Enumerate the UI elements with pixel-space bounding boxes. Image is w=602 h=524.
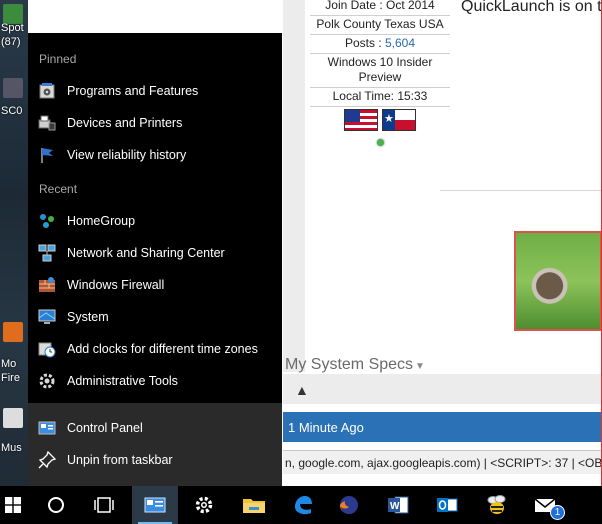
jumplist-item-homegroup[interactable]: HomeGroup: [28, 206, 282, 236]
taskbar: W 1: [0, 486, 602, 524]
jumplist-item-label: Administrative Tools: [67, 374, 178, 388]
unpin-icon: [38, 451, 56, 469]
system-specs-label: My System Specs: [285, 356, 414, 373]
texas-flag-icon: [382, 109, 416, 131]
posts-row: Posts : 5,604: [310, 35, 450, 54]
page-gutter: [283, 0, 305, 372]
cortana-circle-icon: [48, 497, 64, 513]
jumplist-item-network[interactable]: Network and Sharing Center: [28, 238, 282, 268]
svg-text:W: W: [390, 501, 400, 512]
online-status-icon: [376, 139, 384, 146]
jumplist-item-admin-tools[interactable]: Administrative Tools: [28, 366, 282, 396]
posts-label: Posts :: [344, 36, 382, 50]
devices-printers-icon: [38, 115, 56, 131]
ferret-image[interactable]: [514, 231, 602, 331]
settings-button[interactable]: [181, 486, 227, 524]
post-toolbar: ▲: [283, 374, 602, 404]
jumplist-item-programs-features[interactable]: Programs and Features: [28, 76, 282, 106]
user-profile-panel: Join Date : Oct 2014 Polk County Texas U…: [310, 0, 450, 146]
desktop-label: Mo: [1, 358, 17, 370]
file-explorer-button[interactable]: [231, 486, 277, 524]
flags: [310, 109, 450, 131]
bee-icon: [487, 495, 506, 514]
pinned-header: Pinned: [39, 52, 77, 66]
mail-button[interactable]: 1: [522, 486, 568, 524]
desktop-label: Spot: [1, 22, 24, 34]
jumplist-item-label: Windows Firewall: [67, 278, 165, 292]
jumplist-item-label: HomeGroup: [67, 214, 136, 228]
system-icon: [38, 309, 56, 324]
word-button[interactable]: W: [375, 486, 421, 524]
clock-icon: [38, 342, 56, 358]
cortana-button[interactable]: [33, 486, 79, 524]
desktop-label: SC0: [1, 105, 23, 117]
desktop-app-icon[interactable]: [3, 322, 23, 342]
desktop-app-icon[interactable]: [3, 4, 23, 24]
jumplist-item-control-panel[interactable]: Control Panel: [28, 413, 282, 443]
jumplist-item-system[interactable]: System: [28, 302, 282, 332]
admin-tools-icon: [39, 373, 55, 389]
control-panel-taskbar-button[interactable]: [132, 486, 178, 524]
firefox-button[interactable]: [326, 486, 372, 524]
jumplist-tasks: Control Panel Unpin from taskbar: [28, 403, 282, 486]
post-text: QuickLaunch is on t: [461, 0, 602, 15]
jumplist-item-firewall[interactable]: Windows Firewall: [28, 270, 282, 300]
mail-badge: 1: [550, 505, 565, 520]
jumplist-item-label: Devices and Printers: [67, 116, 183, 130]
jumplist-item-devices-printers[interactable]: Devices and Printers: [28, 108, 282, 138]
warning-icon[interactable]: ▲: [295, 382, 309, 398]
gear-icon: [195, 496, 213, 514]
status-bar: n, google.com, ajax.googleapis.com) | <S…: [283, 450, 602, 474]
word-icon: W: [388, 496, 409, 514]
task-view-button[interactable]: [81, 486, 127, 524]
homegroup-icon: [40, 214, 54, 228]
jumplist-item-reliability[interactable]: View reliability history: [28, 140, 282, 170]
posts-count-link[interactable]: 5,604: [385, 36, 415, 50]
programs-features-icon: [39, 83, 55, 99]
location: Polk County Texas USA: [310, 16, 450, 35]
local-time: Local Time: 15:33: [310, 88, 450, 107]
outlook-icon: [437, 498, 458, 512]
jumplist-item-label: Programs and Features: [67, 84, 199, 98]
chevron-down-icon: ▼: [415, 361, 425, 372]
system-specs-toggle[interactable]: My System Specs ▼: [285, 356, 425, 374]
post-time: 1 Minute Ago: [288, 420, 364, 435]
jumplist-item-label: Control Panel: [67, 421, 143, 435]
desktop-label: Mus: [1, 442, 22, 454]
control-panel-icon: [38, 421, 56, 435]
desktop-strip: Spot (87) SC0 Mo Fire Mus: [0, 0, 28, 486]
jumplist-item-unpin[interactable]: Unpin from taskbar: [28, 445, 282, 475]
control-panel-icon: [144, 497, 166, 513]
desktop-app-icon[interactable]: [3, 408, 23, 428]
jumplist-item-clocks[interactable]: Add clocks for different time zones: [28, 334, 282, 364]
desktop-label: Fire: [1, 372, 20, 384]
status-text: n, google.com, ajax.googleapis.com) | <S…: [285, 456, 602, 470]
firewall-icon: [39, 277, 55, 292]
recent-header: Recent: [39, 182, 78, 196]
us-flag-icon: [344, 109, 378, 131]
network-icon: [38, 244, 56, 262]
desktop-app-icon[interactable]: [3, 78, 23, 98]
edge-browser-icon: [295, 496, 312, 515]
desktop-label: (87): [1, 36, 21, 48]
jumplist-item-label: Unpin from taskbar: [67, 453, 173, 467]
task-view-icon: [94, 497, 114, 513]
outlook-button[interactable]: [424, 486, 470, 524]
folder-icon: [243, 499, 265, 513]
start-button[interactable]: [0, 486, 36, 524]
reliability-flag-icon: [41, 148, 53, 163]
os-version: Windows 10 Insider Preview: [310, 54, 450, 88]
jumplist-item-label: Add clocks for different time zones: [67, 342, 258, 356]
jumplist-item-label: Network and Sharing Center: [67, 246, 225, 260]
windows-logo-icon: [5, 497, 21, 513]
jump-list: Pinned Programs and Features Devices and…: [28, 33, 282, 486]
jumplist-item-label: System: [67, 310, 109, 324]
join-date: Join Date : Oct 2014: [310, 0, 450, 16]
bee-app-button[interactable]: [474, 486, 520, 524]
divider: [440, 190, 602, 191]
edge-button[interactable]: [280, 486, 326, 524]
jumplist-item-label: View reliability history: [67, 148, 187, 162]
post-header-bar: 1 Minute Ago: [283, 412, 602, 442]
firefox-icon: [340, 496, 358, 514]
